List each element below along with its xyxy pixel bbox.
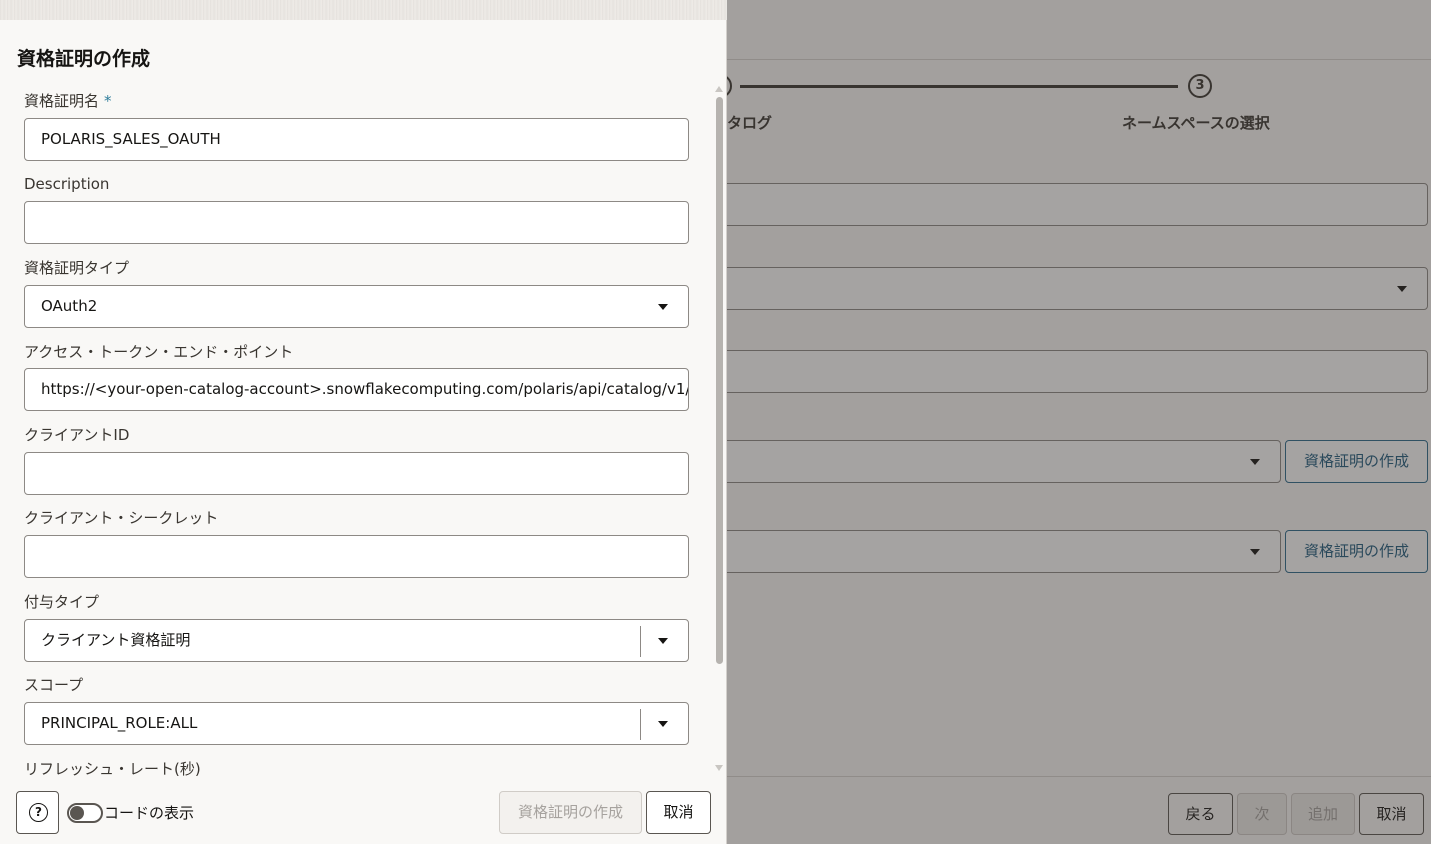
credential-type-select[interactable]: OAuth2 [24,285,689,328]
show-code-label: コードの表示 [104,804,195,822]
cancel-button[interactable]: 取消 [646,791,711,834]
required-mark: * [104,92,112,110]
help-icon: ? [29,803,48,822]
credential-name-label: 資格証明名 * [24,90,112,111]
select-divider [640,626,641,657]
show-code-toggle[interactable] [67,803,103,823]
select-divider [640,709,641,740]
client-id-input[interactable] [24,452,689,495]
grant-type-select[interactable]: クライアント資格証明 [24,619,689,662]
description-label: Description [24,175,110,193]
chevron-down-icon [658,304,668,310]
scrollbar-thumb[interactable] [716,97,723,664]
scope-label: スコープ [24,676,84,694]
credential-name-input[interactable]: POLARIS_SALES_OAUTH [24,118,689,161]
client-secret-input[interactable] [24,535,689,578]
help-button[interactable]: ? [16,791,59,834]
token-endpoint-input[interactable]: https://<your-open-catalog-account>.snow… [24,368,689,411]
chevron-down-icon[interactable] [658,721,668,727]
client-secret-label: クライアント・シークレット [24,509,219,527]
grant-type-label: 付与タイプ [24,593,100,611]
create-credential-drawer: 資格証明の作成 資格証明名 * POLARIS_SALES_OAUTH Descr… [0,0,727,844]
drawer-title: 資格証明の作成 [17,48,151,70]
scroll-up-icon[interactable] [715,86,723,92]
credential-type-label: 資格証明タイプ [24,259,130,277]
client-id-label: クライアントID [24,426,130,444]
scope-value: PRINCIPAL_ROLE:ALL [41,714,198,732]
toggle-knob [70,806,84,820]
drawer-header-texture [0,0,727,20]
description-input[interactable] [24,201,689,244]
grant-type-value: クライアント資格証明 [41,631,191,649]
scope-select[interactable]: PRINCIPAL_ROLE:ALL [24,702,689,745]
credential-type-value: OAuth2 [41,297,98,315]
chevron-down-icon[interactable] [658,638,668,644]
create-credential-button[interactable]: 資格証明の作成 [499,791,642,834]
scroll-down-icon[interactable] [715,765,723,771]
refresh-rate-label: リフレッシュ・レート(秒) [24,760,201,778]
credential-name-label-text: 資格証明名 [24,92,100,110]
token-endpoint-label: アクセス・トークン・エンド・ポイント [24,343,294,361]
